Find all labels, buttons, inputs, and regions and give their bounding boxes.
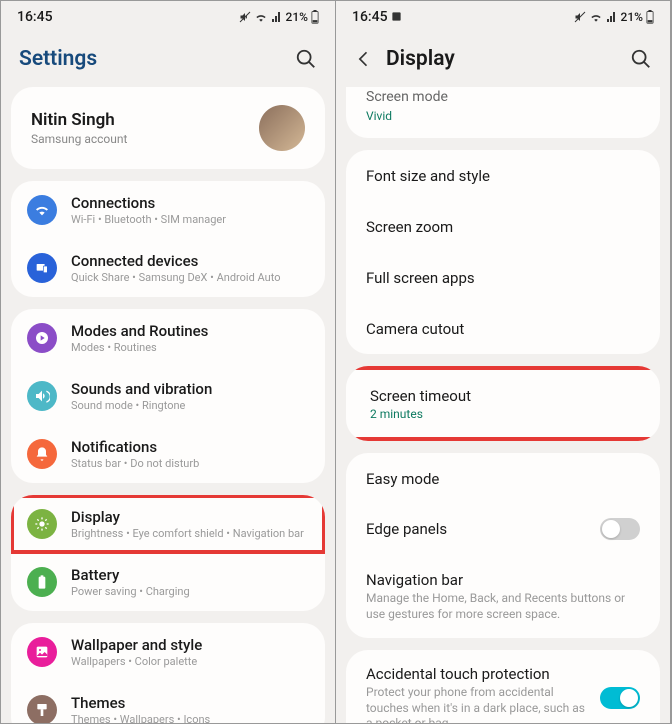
item-edge-panels[interactable]: Edge panels (346, 504, 660, 554)
group-font: Font size and style Screen zoom Full scr… (346, 150, 660, 354)
status-time: 16:45 (352, 9, 402, 25)
sound-icon (27, 381, 57, 411)
wifi-icon (27, 195, 57, 225)
display-screen: 16:45 21% Display Screen mode Vivid Font… (336, 1, 671, 723)
profile-card[interactable]: Nitin Singh Samsung account (11, 87, 325, 169)
timeout-title: Screen timeout (370, 387, 471, 405)
item-sub: Wallpapers • Color palette (71, 655, 309, 668)
item-battery[interactable]: BatteryPower saving • Charging (11, 553, 325, 611)
status-icons: 21% (239, 10, 319, 24)
group-wallpaper: Wallpaper and styleWallpapers • Color pa… (11, 623, 325, 723)
battery-icon (27, 567, 57, 597)
item-sub: Themes • Wallpapers • Icons (71, 713, 309, 723)
wifi-icon (254, 11, 268, 23)
group-display: DisplayBrightness • Eye comfort shield •… (11, 495, 325, 611)
group-modes: Modes and RoutinesModes • Routines Sound… (11, 309, 325, 483)
settings-header: Settings (1, 33, 335, 87)
item-modes[interactable]: Modes and RoutinesModes • Routines (11, 309, 325, 367)
item-display[interactable]: DisplayBrightness • Eye comfort shield •… (11, 495, 325, 553)
status-icons: 21% (574, 10, 654, 24)
display-header: Display (336, 33, 670, 87)
signal-icon (606, 11, 618, 23)
item-sub: Quick Share • Samsung DeX • Android Auto (71, 271, 309, 284)
item-notifications[interactable]: NotificationsStatus bar • Do not disturb (11, 425, 325, 483)
item-title: Connected devices (71, 252, 309, 270)
toggle-edge-panels[interactable] (600, 518, 640, 540)
profile-sub: Samsung account (31, 132, 127, 146)
avatar[interactable] (259, 105, 305, 151)
settings-screen: 16:45 21% Settings Nitin Singh Samsung a… (1, 1, 336, 723)
page-title: Settings (19, 47, 97, 71)
group-connections: ConnectionsWi-Fi • Bluetooth • SIM manag… (11, 181, 325, 297)
item-title: Display (71, 508, 309, 526)
battery-icon (311, 10, 319, 24)
status-bar: 16:45 21% (1, 1, 335, 33)
group-easy: Easy mode Edge panels Navigation bar Man… (346, 453, 660, 638)
battery-percent: 21% (286, 10, 308, 24)
item-themes[interactable]: ThemesThemes • Wallpapers • Icons (11, 681, 325, 723)
item-screen-mode[interactable]: Screen mode Vivid (346, 87, 660, 138)
item-sub: Brightness • Eye comfort shield • Naviga… (71, 527, 309, 540)
image-icon (27, 637, 57, 667)
signal-icon (271, 11, 283, 23)
display-content: Screen mode Vivid Font size and style Sc… (336, 87, 670, 723)
item-title: Connections (71, 194, 309, 212)
screen-mode-value: Vivid (366, 109, 392, 123)
paint-icon (27, 695, 57, 723)
item-title: Themes (71, 694, 309, 712)
battery-icon (646, 10, 654, 24)
item-title: Modes and Routines (71, 322, 309, 340)
item-screen-zoom[interactable]: Screen zoom (346, 201, 660, 252)
item-sub: Modes • Routines (71, 341, 309, 354)
status-bar: 16:45 21% (336, 1, 670, 33)
highlight-timeout: Screen timeout 2 minutes (346, 366, 660, 441)
item-font-size[interactable]: Font size and style (346, 150, 660, 201)
item-screen-timeout[interactable]: Screen timeout 2 minutes (346, 370, 660, 437)
item-sounds[interactable]: Sounds and vibrationSound mode • Rington… (11, 367, 325, 425)
item-connections[interactable]: ConnectionsWi-Fi • Bluetooth • SIM manag… (11, 181, 325, 239)
item-title: Wallpaper and style (71, 636, 309, 654)
item-title: Notifications (71, 438, 309, 456)
item-navigation-bar[interactable]: Navigation bar Manage the Home, Back, an… (346, 554, 660, 638)
modes-icon (27, 323, 57, 353)
page-title: Display (386, 47, 455, 71)
search-icon[interactable] (295, 48, 317, 70)
brightness-icon (27, 509, 57, 539)
item-easy-mode[interactable]: Easy mode (346, 453, 660, 504)
toggle-accidental-touch[interactable] (600, 687, 640, 709)
item-accidental-touch[interactable]: Accidental touch protection Protect your… (346, 650, 660, 723)
group-timeout: Screen timeout 2 minutes (346, 366, 660, 441)
item-title: Sounds and vibration (71, 380, 309, 398)
wifi-icon (589, 11, 603, 23)
item-sub: Sound mode • Ringtone (71, 399, 309, 412)
item-wallpaper[interactable]: Wallpaper and styleWallpapers • Color pa… (11, 623, 325, 681)
mute-icon (574, 11, 586, 23)
item-title: Battery (71, 566, 309, 584)
screenshot-icon (391, 11, 402, 22)
timeout-value: 2 minutes (370, 407, 636, 421)
bell-icon (27, 439, 57, 469)
settings-content: Nitin Singh Samsung account ConnectionsW… (1, 87, 335, 723)
mute-icon (239, 11, 251, 23)
group-touch: Accidental touch protection Protect your… (346, 650, 660, 723)
item-sub: Status bar • Do not disturb (71, 457, 309, 470)
item-connected-devices[interactable]: Connected devicesQuick Share • Samsung D… (11, 239, 325, 297)
status-time: 16:45 (17, 9, 53, 25)
item-fullscreen-apps[interactable]: Full screen apps (346, 252, 660, 303)
back-icon[interactable] (354, 49, 374, 69)
item-sub: Power saving • Charging (71, 585, 309, 598)
devices-icon (27, 253, 57, 283)
search-icon[interactable] (630, 48, 652, 70)
profile-name: Nitin Singh (31, 110, 127, 130)
item-camera-cutout[interactable]: Camera cutout (346, 303, 660, 354)
battery-percent: 21% (621, 10, 643, 24)
item-sub: Wi-Fi • Bluetooth • SIM manager (71, 213, 309, 226)
